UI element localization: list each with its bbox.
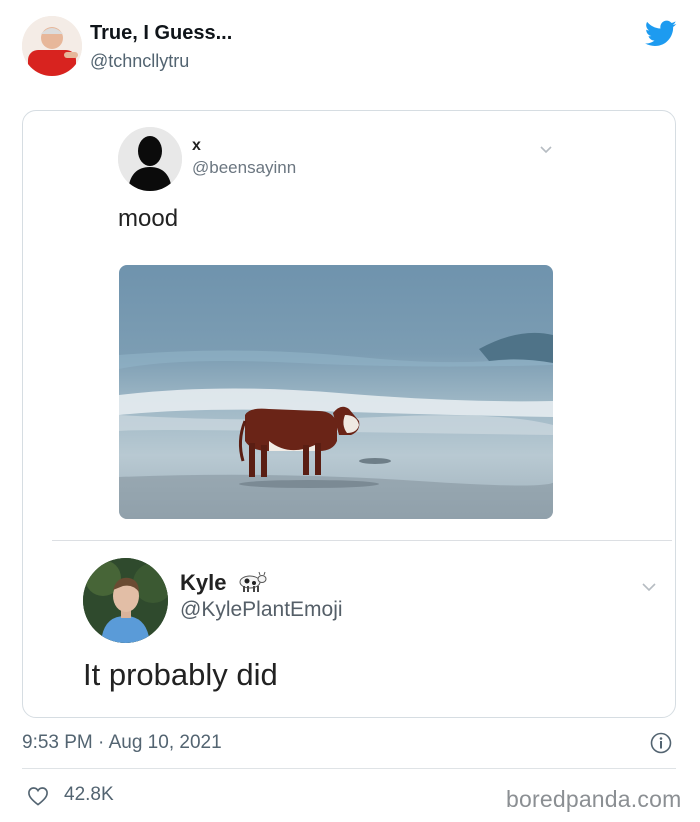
footer-divider <box>22 768 676 769</box>
heart-icon[interactable] <box>27 786 49 806</box>
quoted-author-name[interactable]: x <box>192 137 201 155</box>
reply-divider <box>52 540 672 541</box>
reply-tweet-text: It probably did <box>83 657 278 692</box>
author-avatar[interactable] <box>22 16 82 76</box>
twitter-bird-icon[interactable] <box>644 20 677 48</box>
reply-author-handle[interactable]: @KylePlantEmoji <box>180 598 343 622</box>
info-icon[interactable] <box>650 732 672 754</box>
tweet-timestamp[interactable]: 9:53 PM · Aug 10, 2021 <box>22 732 222 754</box>
author-name[interactable]: True, I Guess... <box>90 22 232 45</box>
cow-emoji-icon <box>236 570 268 594</box>
quoted-tweet-text: mood <box>118 205 179 232</box>
quoted-author-handle[interactable]: @beensayinn <box>192 158 296 178</box>
reply-author-name[interactable]: Kyle <box>180 570 226 596</box>
chevron-down-icon[interactable] <box>640 580 658 592</box>
watermark: boredpanda.com <box>506 786 682 812</box>
author-handle[interactable]: @tchncllytru <box>90 51 189 72</box>
quoted-author-avatar[interactable] <box>118 127 182 191</box>
reply-author-avatar[interactable] <box>83 558 168 643</box>
chevron-down-icon[interactable] <box>538 142 554 154</box>
like-count: 42.8K <box>64 784 114 805</box>
cow-in-ocean-image[interactable] <box>119 265 553 519</box>
